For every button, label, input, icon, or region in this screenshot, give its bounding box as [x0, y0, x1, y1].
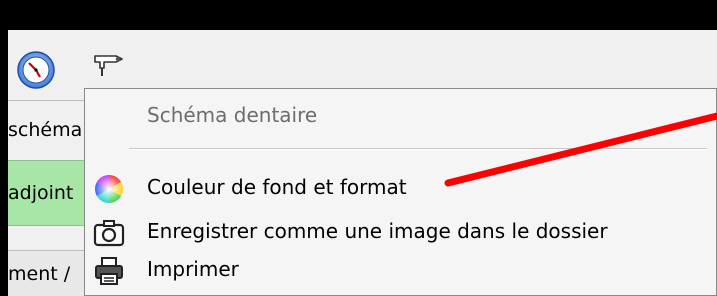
menu-item-print[interactable]: Imprimer [89, 251, 709, 291]
menu-item-label: Enregistrer comme une image dans le doss… [147, 219, 608, 243]
menu-item-label: Couleur de fond et format [147, 175, 407, 199]
menu-item-save-image[interactable]: Enregistrer comme une image dans le doss… [89, 213, 709, 253]
menu-title: Schéma dentaire [147, 103, 318, 127]
left-panel-row-highlighted: adjoint [8, 160, 88, 226]
camera-icon [93, 220, 125, 247]
printer-icon [95, 257, 123, 285]
menu-separator [129, 148, 707, 150]
clock-button[interactable] [16, 50, 56, 90]
context-menu: Schéma dentaire Couleur de fond et forma [84, 88, 717, 296]
menu-item-label: Imprimer [147, 257, 239, 281]
clock-icon [17, 51, 55, 89]
left-panel-row: ment / [8, 250, 88, 296]
dental-drill-button[interactable] [92, 50, 126, 80]
menu-item-background-color[interactable]: Couleur de fond et format [89, 169, 709, 209]
dental-drill-icon [94, 55, 123, 76]
left-panel: schéma adjoint ment / [8, 100, 88, 296]
screen: schéma adjoint ment / Schéma dentaire Co… [0, 0, 717, 296]
color-wheel-icon [95, 175, 123, 203]
left-panel-row: schéma [8, 100, 88, 159]
